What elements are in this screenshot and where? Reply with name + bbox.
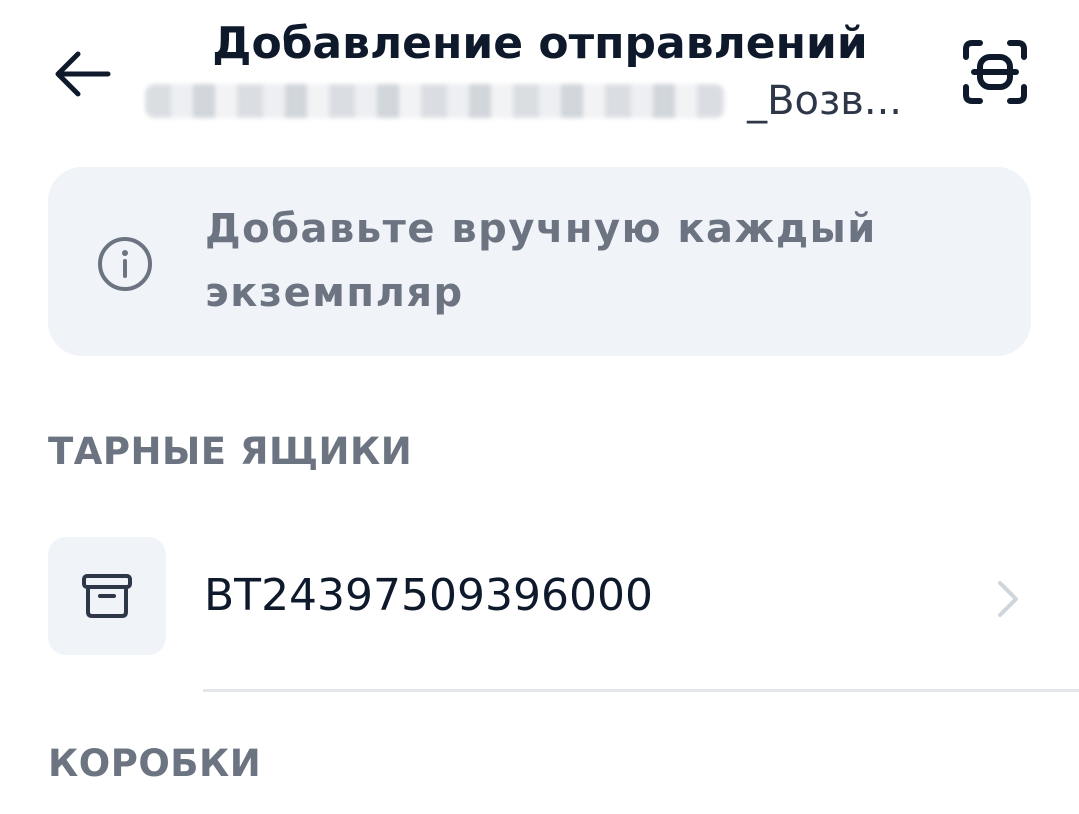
section-title-boxes: КОРОБКИ: [48, 742, 262, 785]
box-icon-container: [48, 537, 166, 655]
info-circle-icon: [98, 237, 152, 291]
subtitle-text: _Возв...: [747, 78, 902, 124]
subtitle: _Возв...: [140, 74, 940, 126]
page-title: Добавление отправлений: [212, 18, 868, 69]
back-button[interactable]: [40, 38, 124, 110]
divider: [203, 689, 1079, 692]
redacted-subtitle-part: [145, 84, 725, 118]
info-banner: Добавьте вручную каждый экземпляр: [48, 167, 1031, 356]
scan-frame-icon: [963, 40, 1027, 104]
info-text: Добавьте вручную каждый экземпляр: [205, 206, 877, 316]
list-item[interactable]: BT24397509396000: [48, 537, 1048, 657]
arrow-left-icon: [55, 51, 111, 97]
scan-button[interactable]: [952, 32, 1038, 112]
item-label: BT24397509396000: [204, 570, 653, 621]
add-shipments-screen: Добавление отправлений _Возв... Добавьте…: [0, 0, 1079, 814]
header: Добавление отправлений _Возв...: [0, 0, 1079, 140]
title-block: Добавление отправлений _Возв...: [140, 14, 940, 126]
box-icon: [82, 574, 132, 618]
section-title-tare-boxes: ТАРНЫЕ ЯЩИКИ: [48, 430, 413, 473]
chevron-right-icon: [998, 581, 1018, 617]
